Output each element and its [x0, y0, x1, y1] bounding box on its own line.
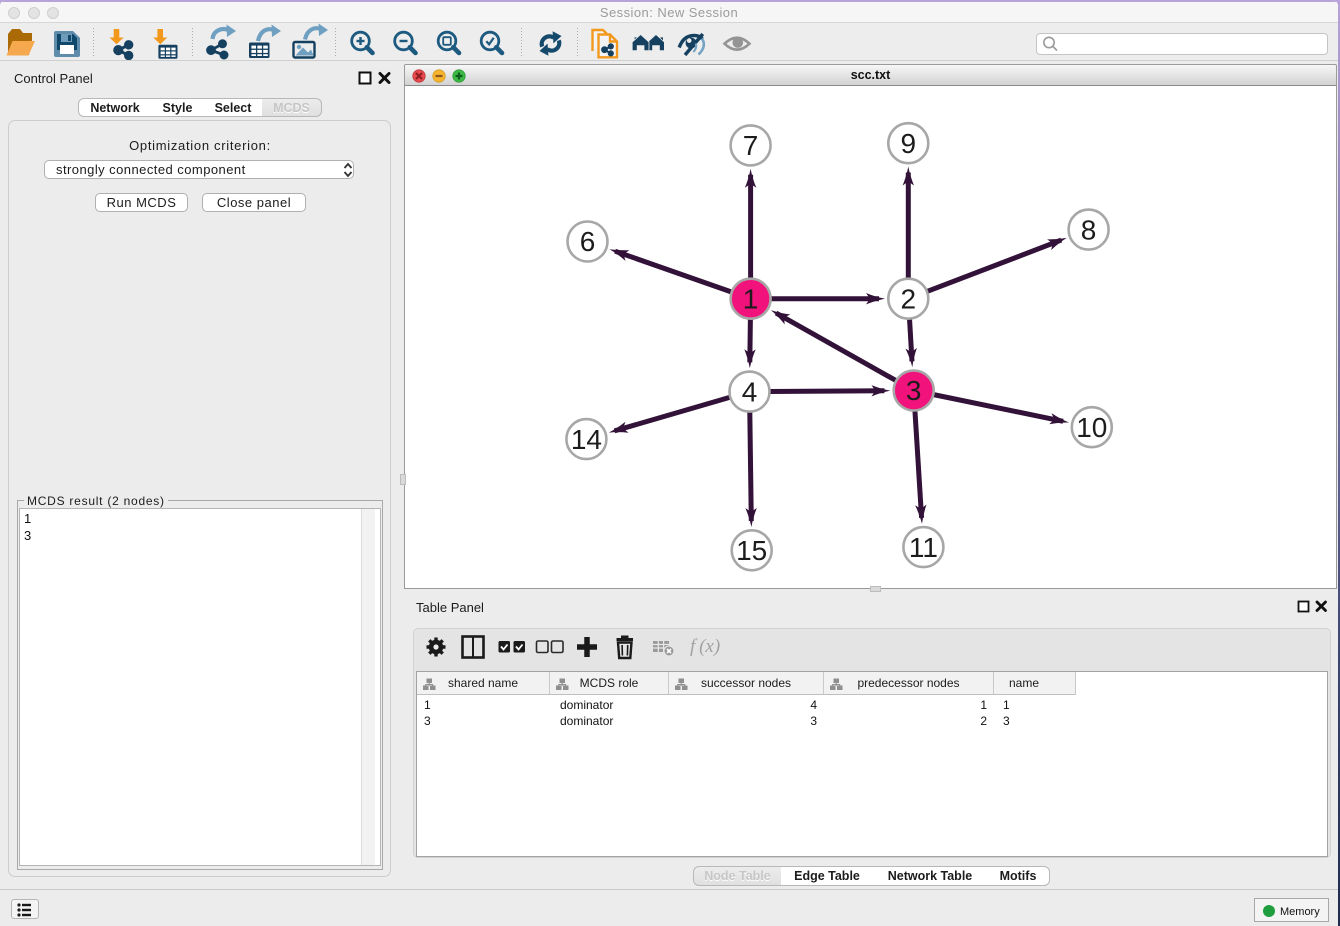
svg-text:11: 11 — [909, 532, 938, 563]
svg-text:8: 8 — [1081, 214, 1097, 245]
svg-text:7: 7 — [743, 130, 759, 161]
svg-text:Memory: Memory — [1280, 906, 1320, 918]
svg-text:15: 15 — [736, 535, 767, 566]
svg-text:14: 14 — [571, 424, 602, 455]
svg-text:3: 3 — [906, 375, 922, 406]
svg-text:10: 10 — [1076, 412, 1107, 443]
svg-text:2: 2 — [901, 283, 917, 314]
svg-text:6: 6 — [580, 226, 596, 257]
svg-text:1: 1 — [743, 283, 759, 314]
svg-text:9: 9 — [901, 128, 917, 159]
svg-text:4: 4 — [742, 376, 758, 407]
